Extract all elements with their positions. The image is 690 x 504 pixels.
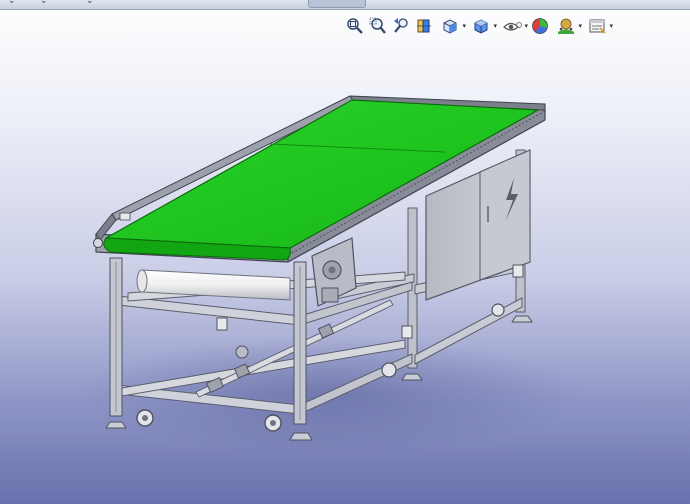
section-view-button[interactable] bbox=[413, 15, 435, 37]
zoom-to-area-icon bbox=[369, 17, 386, 34]
previous-view-button[interactable] bbox=[390, 15, 412, 37]
view-orientation-icon bbox=[443, 19, 457, 34]
chevron-down-icon[interactable]: ⌄ bbox=[40, 0, 48, 6]
chevron-down-icon: ▾ bbox=[578, 22, 582, 30]
chevron-down-icon: ▾ bbox=[609, 22, 613, 30]
display-style-button[interactable]: ▾ bbox=[467, 15, 497, 37]
apply-scene-icon bbox=[558, 18, 574, 34]
view-settings-icon bbox=[589, 19, 606, 34]
graphics-area[interactable] bbox=[0, 40, 690, 504]
display-style-icon bbox=[474, 19, 488, 34]
chevron-down-icon: ▾ bbox=[462, 22, 466, 30]
zoom-to-area-button[interactable] bbox=[367, 15, 389, 37]
apply-scene-button[interactable]: ▾ bbox=[552, 15, 582, 37]
active-tab[interactable] bbox=[308, 0, 366, 8]
chevron-down-icon[interactable]: ⌄ bbox=[8, 0, 16, 6]
view-settings-button[interactable]: ▾ bbox=[583, 15, 613, 37]
chevron-down-icon: ▾ bbox=[524, 22, 528, 30]
zoom-to-fit-icon bbox=[347, 18, 363, 34]
zoom-to-fit-button[interactable] bbox=[344, 15, 366, 37]
previous-view-icon bbox=[394, 18, 408, 33]
hide-show-items-button[interactable]: ▾ bbox=[498, 15, 528, 37]
top-menu-strip: ⌄ ⌄ ⌄ bbox=[0, 0, 690, 10]
view-orientation-button[interactable]: ▾ bbox=[436, 15, 466, 37]
section-view-icon bbox=[417, 19, 431, 33]
chevron-down-icon[interactable]: ⌄ bbox=[86, 0, 94, 6]
hide-show-items-icon bbox=[503, 22, 522, 31]
edit-appearance-icon bbox=[532, 18, 548, 34]
edit-appearance-button[interactable] bbox=[529, 15, 551, 37]
chevron-down-icon: ▾ bbox=[493, 22, 497, 30]
heads-up-view-toolbar: ▾ ▾ ▾ ▾ ▾ bbox=[344, 14, 613, 38]
